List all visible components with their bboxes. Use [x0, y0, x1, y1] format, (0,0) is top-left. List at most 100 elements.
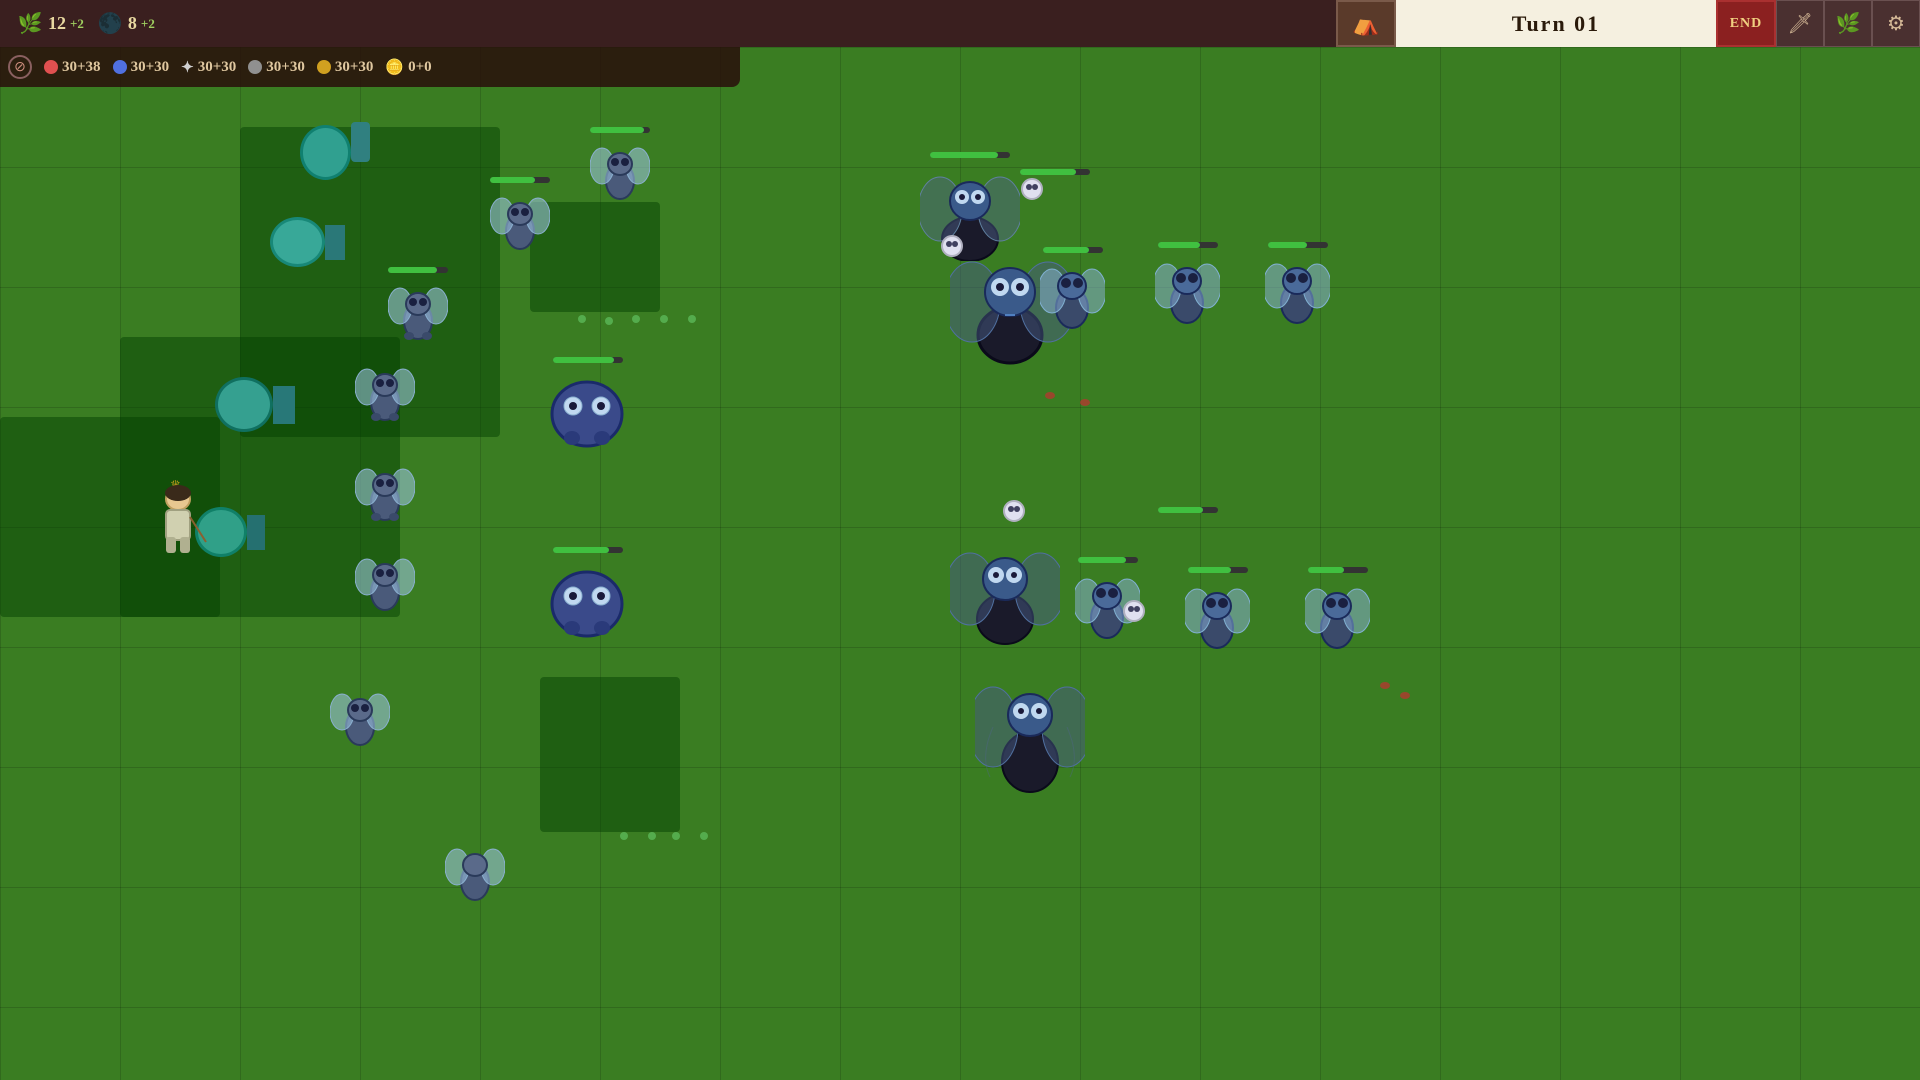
small-creature-1[interactable] — [1018, 175, 1046, 203]
ground-item-2 — [605, 317, 613, 325]
ground-item-red-2 — [1080, 399, 1090, 406]
camp-icon: ⛺ — [1352, 11, 1379, 37]
leaf-icon: 🌿 — [16, 10, 44, 38]
fly-entity-top[interactable] — [490, 177, 550, 251]
terrain-patch-5 — [540, 677, 680, 832]
blob-entity-2[interactable] — [545, 547, 630, 641]
seed-icon: 🌑 — [96, 10, 124, 38]
bigfly-entity-1[interactable] — [920, 152, 1020, 261]
health-bar-mid — [1158, 507, 1218, 513]
tree-entity-2[interactable] — [270, 217, 345, 267]
small-sprite-4 — [1120, 597, 1148, 625]
stat-coin-value: 0+0 — [408, 59, 432, 76]
fly-entity-1[interactable] — [388, 267, 448, 341]
gray-dot — [248, 60, 262, 74]
ground-item-8 — [672, 832, 680, 840]
ground-item-6 — [620, 832, 628, 840]
ground-item-red-4 — [1400, 692, 1410, 699]
end-label: END — [1730, 16, 1763, 32]
enemy-fly-1[interactable] — [1040, 247, 1105, 331]
bigfly-sprite-1 — [920, 161, 1020, 261]
ground-item-4 — [660, 315, 668, 323]
fly-sprite-top — [490, 186, 550, 251]
blob-entity-1[interactable] — [545, 357, 630, 451]
fly-sprite-center-top — [590, 136, 650, 201]
camp-button[interactable]: ⛺ — [1336, 0, 1396, 47]
bigfly-entity-2[interactable] — [950, 537, 1060, 647]
ground-item-7 — [648, 832, 656, 840]
ground-item-5 — [688, 315, 696, 323]
enemy-fly-sprite-6 — [1305, 576, 1370, 651]
star-icon: ✦ — [181, 58, 194, 77]
fly-sprite-3 — [355, 457, 415, 522]
enemy-fly-6[interactable] — [1305, 567, 1370, 651]
end-turn-button[interactable]: END — [1716, 0, 1776, 47]
bigfly-sprite-2 — [950, 537, 1060, 647]
small-sprite-1 — [1018, 175, 1046, 203]
small-sprite-3 — [1000, 497, 1028, 525]
hero-sprite: ♛ — [148, 477, 208, 557]
tree-entity-1[interactable] — [300, 97, 370, 187]
hero-entity[interactable]: ♛ — [148, 477, 208, 557]
bigfly-sprite-3 — [975, 667, 1085, 797]
health-bar-tr — [1020, 169, 1090, 175]
stat-red: 30+38 — [44, 59, 101, 76]
red-dot — [44, 60, 58, 74]
enemy-fly-sprite-5 — [1185, 576, 1250, 651]
fly-sprite-2 — [355, 357, 415, 422]
fly-sprite-5 — [330, 682, 390, 747]
fly-sprite-4 — [355, 547, 415, 612]
ground-item-3 — [632, 315, 640, 323]
blue-dot — [113, 60, 127, 74]
enemy-fly-5[interactable] — [1185, 567, 1250, 651]
no-action-icon: ⊘ — [8, 55, 32, 79]
fly-entity-center-top[interactable] — [590, 127, 650, 201]
top-bar: 🌿 12+2 🌑 8+2 ⛺ Turn 01 END 🗡 🌿 ⚙ — [0, 0, 1920, 47]
bigfly-entity-3[interactable] — [975, 667, 1085, 797]
tree-entity-3[interactable] — [215, 377, 295, 432]
small-creature-2[interactable] — [938, 232, 966, 260]
fly-sprite-bottom — [445, 837, 505, 902]
turn-label: Turn 01 — [1396, 0, 1716, 47]
stat-blue-value: 30+30 — [131, 59, 170, 76]
small-creature-3[interactable] — [1000, 497, 1028, 525]
fly-entity-4[interactable] — [355, 547, 415, 612]
hero-button[interactable]: 🗡 — [1776, 0, 1824, 47]
stat-gray: 30+30 — [248, 59, 305, 76]
small-creature-4[interactable] — [1120, 597, 1148, 625]
tree-sprite-1 — [300, 97, 370, 187]
ground-item-9 — [700, 832, 708, 840]
blob-sprite-2 — [545, 556, 630, 641]
ground-item-red-3 — [1380, 682, 1390, 689]
stat-red-value: 30+38 — [62, 59, 101, 76]
fly-entity-bottom[interactable] — [445, 837, 505, 902]
turn-display-area: ⛺ Turn 01 END 🗡 🌿 ⚙ — [1336, 0, 1920, 47]
stat-blue: 30+30 — [113, 59, 170, 76]
stat-star: ✦ 30+30 — [181, 58, 236, 77]
stat-gold: 30+30 — [317, 59, 374, 76]
stat-star-value: 30+30 — [198, 59, 237, 76]
stat-gray-value: 30+30 — [266, 59, 305, 76]
fly-sprite-1 — [388, 276, 448, 341]
enemy-fly-sprite-3 — [1265, 251, 1330, 326]
leaf-bonus: +2 — [70, 16, 84, 32]
fly-entity-5[interactable] — [330, 682, 390, 747]
blob-sprite-1 — [545, 366, 630, 451]
leaf-resource: 🌿 12+2 — [16, 10, 84, 38]
ground-item-1 — [578, 315, 586, 323]
tree-sprite-2 — [270, 217, 345, 267]
enemy-fly-sprite-2 — [1155, 251, 1220, 326]
fly-entity-2[interactable] — [355, 357, 415, 422]
game-canvas[interactable]: ♛ — [0, 47, 1920, 1080]
small-sprite-2 — [938, 232, 966, 260]
coin-icon: 🪙 — [385, 58, 404, 77]
enemy-fly-3[interactable] — [1265, 242, 1330, 326]
enemy-fly-2[interactable] — [1155, 242, 1220, 326]
stat-gold-value: 30+30 — [335, 59, 374, 76]
tree-sprite-3 — [215, 377, 295, 432]
nature-button[interactable]: 🌿 — [1824, 0, 1872, 47]
settings-button[interactable]: ⚙ — [1872, 0, 1920, 47]
fly-entity-3[interactable] — [355, 457, 415, 522]
leaf-value: 12 — [48, 13, 66, 34]
status-bar: ⊘ 30+38 30+30 ✦ 30+30 30+30 30+30 🪙 0+0 — [0, 47, 740, 87]
